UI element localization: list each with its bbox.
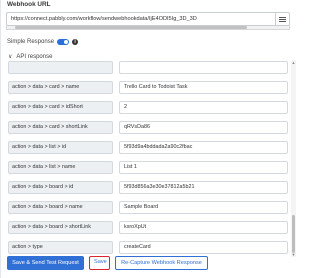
chevron-down-icon[interactable]: ∨: [8, 53, 12, 60]
webhook-url-input[interactable]: https://connect.pabbly.com/workflow/send…: [7, 16, 275, 22]
row-value[interactable]: createCard: [119, 241, 288, 254]
table-row: action > data > list > name List 1: [8, 161, 288, 174]
row-key[interactable]: action > data > list > name: [8, 161, 113, 174]
row-value[interactable]: Trello Card to Todoist Task: [119, 81, 288, 94]
response-table: action > data > card > name Trello Card …: [4, 60, 288, 256]
row-value[interactable]: 2: [119, 101, 288, 114]
webhook-config-panel: Webhook URL https://connect.pabbly.com/w…: [0, 0, 300, 278]
table-row: action > data > board > id 5f93d856a3e30…: [8, 181, 288, 194]
row-value[interactable]: 5f93d9a4bddada2a90c2fbac: [119, 141, 288, 154]
table-row: action > data > card > shortLink qRVsDa8…: [8, 121, 288, 134]
row-value[interactable]: ksroXpUt: [119, 221, 288, 234]
row-key[interactable]: [8, 61, 113, 74]
copy-url-button[interactable]: [275, 13, 289, 25]
action-buttons: Save & Send Test Request Save Re-Capture…: [7, 256, 208, 270]
url-scroll-thumb[interactable]: [15, 26, 247, 29]
table-row: action > data > card > name Trello Card …: [8, 81, 288, 94]
row-key[interactable]: action > type: [8, 241, 113, 254]
simple-response-row: Simple Response i: [7, 39, 79, 45]
scroll-down-icon[interactable]: ▼: [291, 252, 296, 257]
save-send-test-button[interactable]: Save & Send Test Request: [7, 256, 84, 270]
api-response-header[interactable]: ∨ API response: [8, 53, 53, 61]
row-key[interactable]: action > data > card > shortLink: [8, 121, 113, 134]
row-value[interactable]: List 1: [119, 161, 288, 174]
table-row: [8, 61, 288, 74]
api-response-label: API response: [16, 53, 53, 60]
save-button[interactable]: Save: [89, 256, 110, 270]
table-row: action > data > list > id 5f93d9a4bddada…: [8, 141, 288, 154]
row-value[interactable]: Sample Board: [119, 201, 288, 214]
simple-response-toggle[interactable]: [57, 39, 70, 45]
menu-icon: [279, 18, 286, 20]
row-key[interactable]: action > data > card > idShort: [8, 101, 113, 114]
scroll-up-icon[interactable]: ▲: [291, 60, 296, 65]
row-key[interactable]: action > data > list > id: [8, 141, 113, 154]
table-vertical-scrollbar[interactable]: ▲ ▼: [291, 60, 296, 257]
row-value[interactable]: 5f93d856a3e30e37812a5b21: [119, 181, 288, 194]
webhook-url-label: Webhook URL: [7, 1, 51, 8]
recapture-webhook-button[interactable]: Re-Capture Webhook Response: [115, 256, 208, 270]
table-row: action > data > card > idShort 2: [8, 101, 288, 114]
row-key[interactable]: action > data > card > name: [8, 81, 113, 94]
row-value[interactable]: [119, 61, 288, 74]
table-row: action > data > board > shortLink ksroXp…: [8, 221, 288, 234]
table-scroll-thumb[interactable]: [292, 215, 295, 253]
webhook-url-field[interactable]: https://connect.pabbly.com/workflow/send…: [6, 12, 290, 26]
panel-border: [0, 0, 1, 278]
simple-response-label: Simple Response: [7, 39, 55, 45]
row-key[interactable]: action > data > board > name: [8, 201, 113, 214]
url-horizontal-scrollbar[interactable]: [6, 26, 290, 30]
row-value[interactable]: qRVsDa86: [119, 121, 288, 134]
row-key[interactable]: action > data > board > id: [8, 181, 113, 194]
row-key[interactable]: action > data > board > shortLink: [8, 221, 113, 234]
table-row: action > type createCard: [8, 241, 288, 254]
table-row: action > data > board > name Sample Boar…: [8, 201, 288, 214]
info-icon[interactable]: i: [72, 39, 79, 45]
